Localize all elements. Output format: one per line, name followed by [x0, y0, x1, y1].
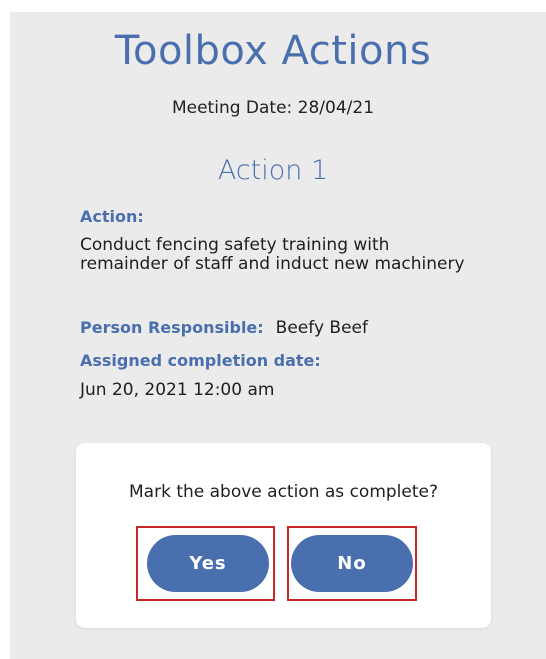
action-label: Action:	[80, 207, 144, 226]
person-responsible-value: Beefy Beef	[275, 318, 368, 338]
yes-button[interactable]: Yes	[147, 535, 269, 592]
person-responsible-row: Person Responsible: Beefy Beef	[80, 318, 368, 338]
no-button[interactable]: No	[291, 535, 413, 592]
completion-date-value: Jun 20, 2021 12:00 am	[80, 380, 275, 400]
page-title: Toolbox Actions	[114, 28, 432, 74]
yes-button-highlight: Yes	[136, 526, 275, 601]
meeting-date: Meeting Date: 28/04/21	[171, 98, 375, 118]
person-responsible-label: Person Responsible:	[80, 318, 264, 337]
action-heading: Action 1	[217, 155, 329, 186]
no-button-highlight: No	[287, 526, 417, 601]
completion-date-label: Assigned completion date:	[80, 351, 321, 370]
dialog-question: Mark the above action as complete?	[129, 482, 438, 502]
action-description: Conduct fencing safety training with rem…	[80, 235, 465, 274]
complete-action-dialog: Mark the above action as complete? Yes N…	[76, 443, 491, 628]
